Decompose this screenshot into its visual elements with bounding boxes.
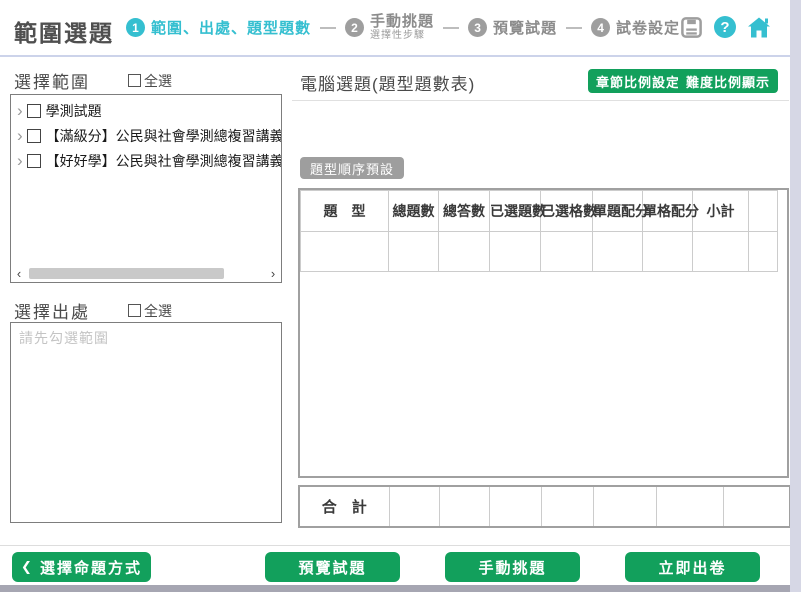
footer-divider [0, 545, 790, 546]
col-total-questions: 總題數 [389, 191, 439, 232]
header-bar: 範圍選題 1 範圍、出處、題型題數 2 手動挑題 選擇性步驟 3 預覽試題 [0, 0, 790, 57]
expand-arrow-icon[interactable]: › [17, 127, 23, 144]
step-indicator: 1 範圍、出處、題型題數 2 手動挑題 選擇性步驟 3 預覽試題 4 試卷設定 [126, 0, 680, 55]
home-icon[interactable] [747, 15, 771, 39]
computer-pick-title: 電腦選題(題型題數表) [300, 70, 475, 95]
range-tree-panel: › 學測試題 › 【滿級分】公民與社會學測總複習講義 素 › 【好好學】公民與社… [10, 94, 282, 283]
col-subtotal: 小計 [693, 191, 749, 232]
exam-builder-screen: 範圍選題 1 範圍、出處、題型題數 2 手動挑題 選擇性步驟 3 預覽試題 [0, 0, 801, 592]
step-4-paper-settings[interactable]: 4 試卷設定 [591, 17, 680, 38]
step-3-number: 3 [468, 18, 487, 37]
back-to-method-button[interactable]: ❮ 選擇命題方式 [12, 552, 151, 582]
col-selected-questions: 已選題數 [490, 191, 541, 232]
source-select-all-label: 全選 [144, 301, 172, 321]
col-points-per-blank: 單格配分 [643, 191, 693, 232]
preview-questions-button[interactable]: 預覽試題 [265, 552, 400, 582]
total-label-cell: 合 計 [299, 486, 389, 527]
step-2-sublabel: 選擇性步驟 [370, 30, 434, 41]
step-2-number: 2 [345, 18, 364, 37]
step-2-manual-pick[interactable]: 2 手動挑題 選擇性步驟 [345, 14, 434, 42]
chapter-ratio-button[interactable]: 章節比例設定 [588, 69, 688, 93]
tree-item-gsat[interactable]: › 學測試題 [11, 98, 281, 123]
panel-divider [292, 100, 789, 101]
scroll-right-icon[interactable]: › [265, 265, 281, 282]
scrollbar-thumb[interactable] [29, 268, 224, 279]
expand-arrow-icon[interactable]: › [17, 152, 23, 169]
step-connector [320, 27, 336, 29]
page-title: 範圍選題 [14, 14, 114, 48]
range-select-all-checkbox[interactable] [128, 74, 141, 87]
question-type-table: 題 型 總題數 總答數 已選題數 已選格數 單題配分 單格配分 小計 [300, 190, 778, 272]
range-section-title: 選擇範圍 [14, 68, 90, 93]
scroll-left-icon[interactable]: ‹ [11, 265, 27, 282]
step-4-label: 試卷設定 [616, 17, 680, 38]
step-connector [443, 27, 459, 29]
step-2-label: 手動挑題 [370, 14, 434, 31]
expand-arrow-icon[interactable]: › [17, 102, 23, 119]
col-question-type: 題 型 [301, 191, 389, 232]
tree-item-good-study[interactable]: › 【好好學】公民與社會學測總複習講義 素 [11, 148, 281, 173]
help-icon[interactable]: ? [713, 15, 737, 39]
source-section-title: 選擇出處 [14, 298, 90, 323]
tree-item-checkbox[interactable] [27, 129, 41, 143]
tree-item-checkbox[interactable] [27, 104, 41, 118]
step-connector [566, 27, 582, 29]
step-1-number: 1 [126, 18, 145, 37]
source-section-header: 選擇出處 全選 [14, 298, 172, 323]
save-icon[interactable] [679, 15, 703, 39]
scrollbar-track[interactable] [27, 267, 265, 280]
col-selected-blanks: 已選格數 [541, 191, 593, 232]
col-extra [749, 191, 778, 232]
generate-paper-button[interactable]: 立即出卷 [625, 552, 760, 582]
step-1-range[interactable]: 1 範圍、出處、題型題數 [126, 17, 311, 38]
range-select-all-label: 全選 [144, 71, 172, 91]
total-row: 合 計 [299, 486, 790, 527]
page-right-margin [790, 0, 801, 592]
range-section-header: 選擇範圍 全選 [14, 68, 172, 93]
back-button-label: 選擇命題方式 [40, 557, 142, 578]
tree-item-checkbox[interactable] [27, 154, 41, 168]
back-chevron-icon: ❮ [21, 559, 34, 575]
source-select-all-checkbox[interactable] [128, 304, 141, 317]
page-bottom-margin [0, 585, 790, 592]
source-panel: 請先勾選範圍 [10, 322, 282, 523]
col-total-answers: 總答數 [439, 191, 490, 232]
source-placeholder: 請先勾選範圍 [19, 328, 109, 348]
question-order-badge[interactable]: 題型順序預設 [300, 157, 404, 179]
range-select-all[interactable]: 全選 [128, 71, 172, 91]
step-3-preview[interactable]: 3 預覽試題 [468, 17, 557, 38]
range-tree: › 學測試題 › 【滿級分】公民與社會學測總複習講義 素 › 【好好學】公民與社… [11, 98, 281, 173]
horizontal-scrollbar[interactable]: ‹ › [11, 265, 281, 282]
header-icons: ? [679, 15, 771, 39]
table-header-row: 題 型 總題數 總答數 已選題數 已選格數 單題配分 單格配分 小計 [301, 191, 778, 232]
step-4-number: 4 [591, 18, 610, 37]
manual-pick-button[interactable]: 手動挑題 [445, 552, 580, 582]
step-3-label: 預覽試題 [493, 17, 557, 38]
total-row-table: 合 計 [298, 485, 791, 528]
difficulty-ratio-button[interactable]: 難度比例顯示 [678, 69, 778, 93]
tree-item-full-score[interactable]: › 【滿級分】公民與社會學測總複習講義 素 [11, 123, 281, 148]
source-select-all[interactable]: 全選 [128, 301, 172, 321]
table-empty-row [301, 232, 778, 272]
question-type-table-area: 題 型 總題數 總答數 已選題數 已選格數 單題配分 單格配分 小計 [298, 188, 789, 478]
step-1-label: 範圍、出處、題型題數 [151, 17, 311, 38]
col-points-per-question: 單題配分 [593, 191, 643, 232]
